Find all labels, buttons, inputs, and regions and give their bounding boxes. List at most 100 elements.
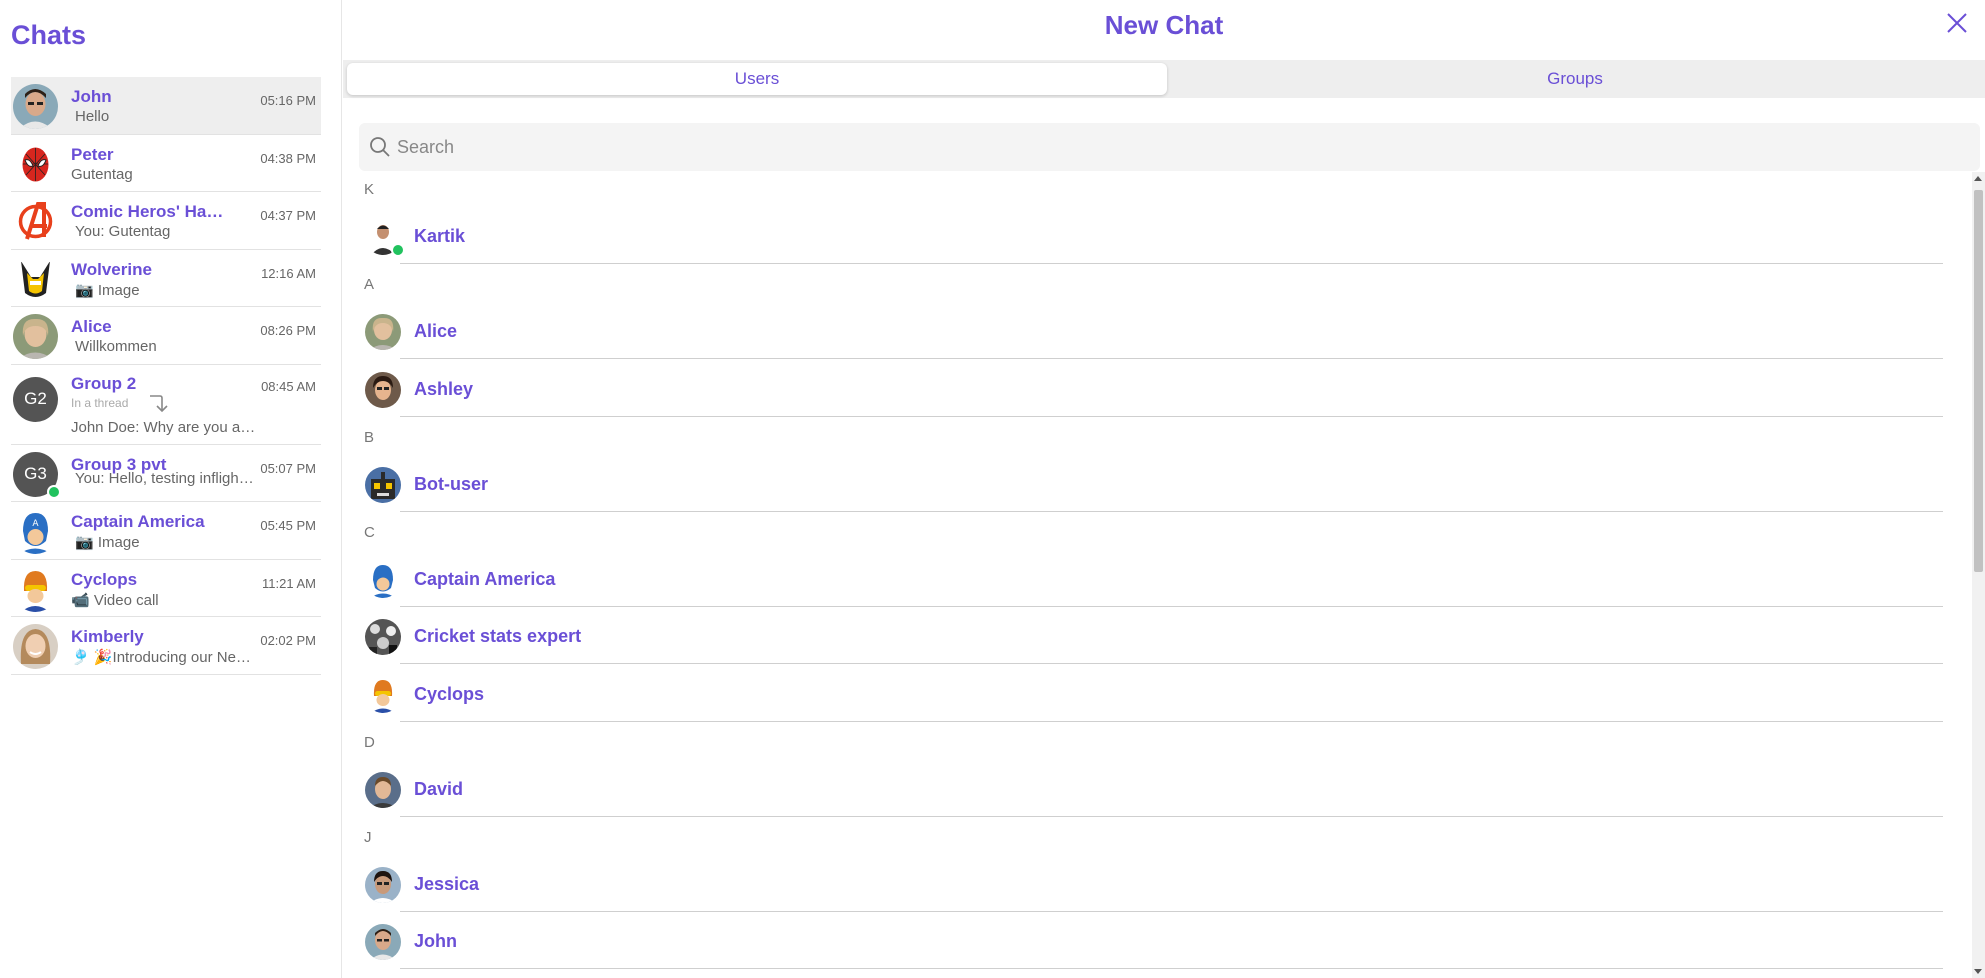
user-name: David	[414, 779, 464, 799]
chats-sidebar: Chats John 05:16 PM Hello Peter 04:38 PM…	[0, 0, 342, 978]
row-divider	[400, 968, 1943, 969]
chat-name: Peter	[71, 144, 114, 164]
section-letter-k: K	[364, 181, 375, 198]
wolverine-avatar	[13, 256, 58, 302]
user-name: John	[414, 931, 457, 951]
section-letter-c: C	[364, 524, 375, 541]
chat-item-wolverine[interactable]: Wolverine 12:16 AM 📷 Image	[11, 250, 321, 307]
sidebar-title: Chats	[11, 20, 87, 50]
john-avatar	[13, 84, 58, 129]
chat-item-cyclops[interactable]: Cyclops 11:21 AM 📹 Video call	[11, 560, 321, 617]
chat-name: Comic Heros' Ha…	[71, 202, 224, 221]
jessica-avatar	[365, 867, 401, 903]
scroll-up-arrow-icon[interactable]	[1974, 176, 1982, 181]
user-row-ashley[interactable]: Ashley	[365, 360, 1965, 417]
online-status-icon	[391, 243, 405, 257]
chat-time: 05:45 PM	[260, 518, 316, 533]
search-box	[359, 123, 1980, 171]
user-row-john[interactable]: John	[365, 912, 1965, 969]
user-row-bot-user[interactable]: Bot-user	[365, 455, 1965, 512]
tab-groups[interactable]: Groups	[1169, 63, 1981, 95]
user-row-cyclops[interactable]: Cyclops	[365, 665, 1965, 722]
user-name: Cricket stats expert	[414, 626, 582, 646]
close-icon	[1947, 13, 1967, 33]
chat-item-group-2[interactable]: G2 Group 2 08:45 AM In a thread John Doe…	[11, 365, 321, 445]
chat-item-comic-heros[interactable]: Comic Heros' Ha… 04:37 PM You: Gutentag	[11, 192, 321, 250]
spiderman-avatar	[13, 141, 58, 187]
chat-preview: 📹 Video call	[71, 591, 159, 609]
chat-name: Kimberly	[71, 627, 144, 646]
svg-text:A: A	[32, 519, 39, 529]
user-name: Captain America	[414, 569, 556, 589]
search-input[interactable]	[397, 123, 1957, 171]
alice-avatar	[365, 314, 401, 350]
chat-time: 08:26 PM	[260, 323, 316, 338]
cricket-stats-expert-avatar	[365, 619, 401, 655]
user-row-alice[interactable]: Alice	[365, 302, 1965, 359]
thread-arrow-icon	[150, 394, 168, 412]
chat-preview: 📷 Image	[75, 534, 140, 551]
chat-time: 04:37 PM	[260, 208, 316, 223]
chat-preview: 📷 Image	[75, 281, 140, 299]
chat-item-kimberly[interactable]: Kimberly 02:02 PM 🎐 🎉Introducing our Ne…	[11, 617, 321, 675]
tab-users[interactable]: Users	[347, 63, 1167, 95]
chat-item-peter[interactable]: Peter 04:38 PM Gutentag	[11, 135, 321, 192]
close-button[interactable]	[1943, 9, 1971, 37]
chat-item-group-3-pvt[interactable]: G3 Group 3 pvt 05:07 PM You: Hello, test…	[11, 445, 321, 502]
chat-preview: You: Hello, testing infligh…	[75, 469, 254, 487]
user-row-jessica[interactable]: Jessica	[365, 855, 1965, 912]
row-divider	[400, 416, 1943, 417]
chat-time: 12:16 AM	[261, 265, 316, 281]
chat-time: 08:45 AM	[261, 378, 316, 394]
user-list: K Kartik A Alice Ashley B Bot-user C Cap…	[343, 172, 1973, 978]
chat-item-john[interactable]: John 05:16 PM Hello	[11, 77, 321, 135]
row-divider	[400, 263, 1943, 264]
thread-label: In a thread	[71, 395, 129, 410]
cyclops-avatar	[365, 677, 401, 713]
chat-name: John	[71, 87, 112, 106]
chat-preview: Gutentag	[71, 165, 133, 183]
chat-item-captain-america[interactable]: A Captain America 05:45 PM 📷 Image	[11, 502, 321, 560]
cyclops-avatar	[13, 566, 58, 612]
chat-preview: Hello	[75, 108, 110, 125]
new-chat-panel: New Chat Users Groups K Kartik	[343, 0, 1985, 978]
user-row-cricket-stats-expert[interactable]: Cricket stats expert	[365, 607, 1965, 664]
row-divider	[400, 721, 1943, 722]
chat-preview: 🎐 🎉Introducing our Ne…	[71, 649, 251, 666]
chat-name: Alice	[71, 317, 112, 336]
user-row-david[interactable]: David	[365, 760, 1965, 817]
chat-preview: Willkommen	[75, 338, 157, 355]
user-name: Cyclops	[414, 684, 485, 704]
section-letter-j: J	[364, 829, 372, 846]
chat-name: Wolverine	[71, 259, 152, 279]
user-name: Alice	[414, 321, 458, 341]
private-group-badge-icon	[47, 484, 61, 499]
kimberly-avatar	[13, 624, 58, 669]
group-3-avatar: G3	[13, 451, 61, 499]
scroll-down-arrow-icon[interactable]	[1974, 969, 1982, 974]
chat-time: 05:16 PM	[260, 93, 316, 108]
user-name: Jessica	[414, 874, 480, 894]
user-row-kartik[interactable]: Kartik	[365, 207, 1965, 264]
section-letter-a: A	[364, 276, 375, 293]
row-divider	[400, 816, 1943, 817]
chat-time: 11:21 AM	[262, 575, 316, 591]
captain-america-avatar: A	[13, 509, 58, 554]
user-name: Kartik	[414, 226, 466, 246]
chat-time: 02:02 PM	[260, 633, 316, 648]
user-name: Ashley	[414, 379, 474, 399]
tab-bar: Users Groups	[343, 60, 1985, 98]
chat-name: Group 2	[71, 373, 137, 393]
user-row-captain-america[interactable]: Captain America	[365, 550, 1965, 607]
row-divider	[400, 511, 1943, 512]
chat-preview: John Doe: Why are you a…	[71, 418, 256, 436]
chat-list: John 05:16 PM Hello Peter 04:38 PM Guten…	[11, 77, 321, 675]
user-list-scrollbar[interactable]	[1972, 172, 1985, 978]
chat-item-alice[interactable]: Alice 08:26 PM Willkommen	[11, 307, 321, 365]
chat-name: Cyclops	[71, 569, 138, 589]
john-avatar	[365, 924, 401, 960]
captain-america-avatar	[365, 562, 401, 598]
bot-user-avatar	[365, 467, 401, 503]
scrollbar-thumb[interactable]	[1974, 190, 1983, 572]
section-letter-d: D	[364, 734, 375, 751]
